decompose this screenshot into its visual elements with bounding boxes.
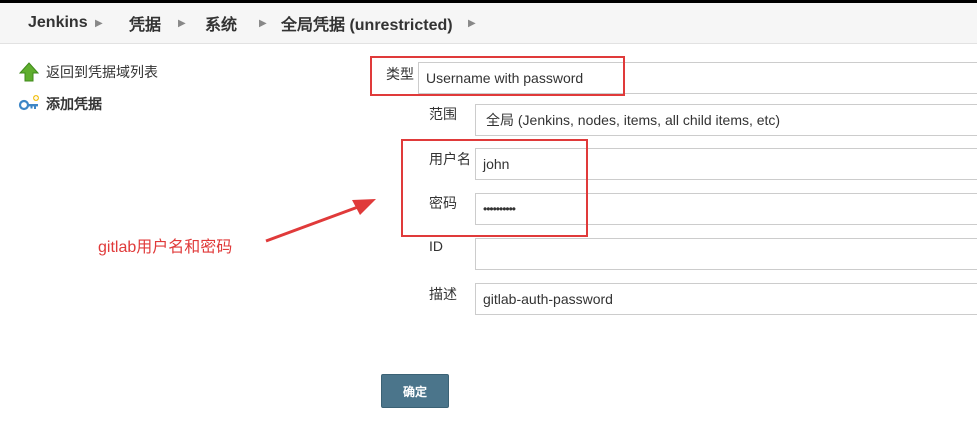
annotation-text: gitlab用户名和密码: [98, 239, 233, 256]
annotation-arrow-line: [265, 205, 359, 243]
ok-button[interactable]: 确定: [381, 374, 449, 408]
ok-button-label: 确定: [402, 384, 427, 399]
annotation-arrow-icon: [265, 199, 376, 243]
